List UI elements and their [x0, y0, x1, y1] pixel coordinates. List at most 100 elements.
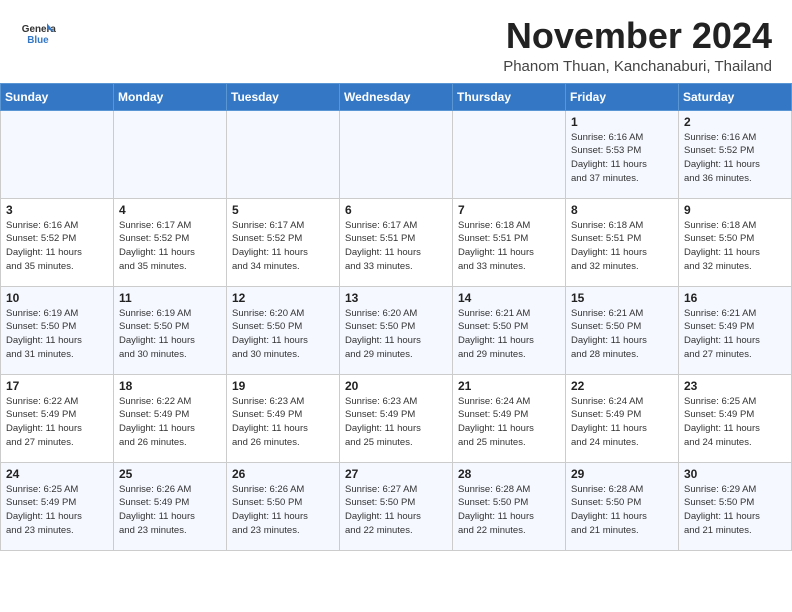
calendar-cell	[1, 110, 114, 198]
calendar-week-row: 1 Sunrise: 6:16 AM Sunset: 5:53 PM Daylig…	[1, 110, 792, 198]
page-header: General Blue November 2024 Phanom Thuan,…	[0, 0, 792, 83]
day-number: 26	[232, 467, 334, 481]
day-number: 16	[684, 291, 786, 305]
day-info: Sunrise: 6:27 AM Sunset: 5:50 PM Dayligh…	[345, 483, 447, 538]
weekday-header-sunday: Sunday	[1, 83, 114, 110]
calendar-cell	[340, 110, 453, 198]
day-number: 9	[684, 203, 786, 217]
day-info: Sunrise: 6:23 AM Sunset: 5:49 PM Dayligh…	[232, 395, 334, 450]
day-info: Sunrise: 6:22 AM Sunset: 5:49 PM Dayligh…	[6, 395, 108, 450]
logo-icon: General Blue	[20, 16, 56, 52]
day-number: 10	[6, 291, 108, 305]
day-info: Sunrise: 6:22 AM Sunset: 5:49 PM Dayligh…	[119, 395, 221, 450]
day-number: 29	[571, 467, 673, 481]
calendar-body: 1 Sunrise: 6:16 AM Sunset: 5:53 PM Daylig…	[1, 110, 792, 550]
calendar-cell: 3 Sunrise: 6:16 AM Sunset: 5:52 PM Daylig…	[1, 198, 114, 286]
day-info: Sunrise: 6:28 AM Sunset: 5:50 PM Dayligh…	[458, 483, 560, 538]
calendar-cell: 10 Sunrise: 6:19 AM Sunset: 5:50 PM Dayli…	[1, 286, 114, 374]
day-info: Sunrise: 6:16 AM Sunset: 5:52 PM Dayligh…	[684, 131, 786, 186]
day-number: 12	[232, 291, 334, 305]
calendar-cell: 29 Sunrise: 6:28 AM Sunset: 5:50 PM Dayli…	[566, 462, 679, 550]
day-number: 11	[119, 291, 221, 305]
logo: General Blue	[20, 16, 56, 52]
day-info: Sunrise: 6:25 AM Sunset: 5:49 PM Dayligh…	[6, 483, 108, 538]
weekday-header-tuesday: Tuesday	[227, 83, 340, 110]
day-info: Sunrise: 6:28 AM Sunset: 5:50 PM Dayligh…	[571, 483, 673, 538]
calendar-cell: 16 Sunrise: 6:21 AM Sunset: 5:49 PM Dayli…	[679, 286, 792, 374]
calendar-cell: 4 Sunrise: 6:17 AM Sunset: 5:52 PM Daylig…	[114, 198, 227, 286]
calendar-cell	[227, 110, 340, 198]
day-number: 28	[458, 467, 560, 481]
day-info: Sunrise: 6:16 AM Sunset: 5:52 PM Dayligh…	[6, 219, 108, 274]
title-block: November 2024 Phanom Thuan, Kanchanaburi…	[503, 16, 772, 75]
calendar-cell: 11 Sunrise: 6:19 AM Sunset: 5:50 PM Dayli…	[114, 286, 227, 374]
day-number: 2	[684, 115, 786, 129]
day-info: Sunrise: 6:24 AM Sunset: 5:49 PM Dayligh…	[458, 395, 560, 450]
day-number: 8	[571, 203, 673, 217]
location-subtitle: Phanom Thuan, Kanchanaburi, Thailand	[503, 58, 772, 75]
weekday-header-saturday: Saturday	[679, 83, 792, 110]
calendar-cell: 28 Sunrise: 6:28 AM Sunset: 5:50 PM Dayli…	[453, 462, 566, 550]
calendar-cell: 23Sunrise: 6:25 AM Sunset: 5:49 PM Dayli…	[679, 374, 792, 462]
weekday-header-wednesday: Wednesday	[340, 83, 453, 110]
day-number: 7	[458, 203, 560, 217]
day-number: 19	[232, 379, 334, 393]
day-number: 17	[6, 379, 108, 393]
day-number: 13	[345, 291, 447, 305]
calendar-cell: 20 Sunrise: 6:23 AM Sunset: 5:49 PM Dayli…	[340, 374, 453, 462]
calendar-cell: 21 Sunrise: 6:24 AM Sunset: 5:49 PM Dayli…	[453, 374, 566, 462]
day-number: 1	[571, 115, 673, 129]
day-info: Sunrise: 6:20 AM Sunset: 5:50 PM Dayligh…	[345, 307, 447, 362]
day-number: 23	[684, 379, 786, 393]
calendar-week-row: 3 Sunrise: 6:16 AM Sunset: 5:52 PM Daylig…	[1, 198, 792, 286]
calendar-cell: 1 Sunrise: 6:16 AM Sunset: 5:53 PM Daylig…	[566, 110, 679, 198]
day-number: 14	[458, 291, 560, 305]
calendar-cell: 9 Sunrise: 6:18 AM Sunset: 5:50 PM Daylig…	[679, 198, 792, 286]
weekday-header-thursday: Thursday	[453, 83, 566, 110]
day-info: Sunrise: 6:18 AM Sunset: 5:51 PM Dayligh…	[571, 219, 673, 274]
day-number: 21	[458, 379, 560, 393]
day-info: Sunrise: 6:29 AM Sunset: 5:50 PM Dayligh…	[684, 483, 786, 538]
calendar-cell: 2 Sunrise: 6:16 AM Sunset: 5:52 PM Daylig…	[679, 110, 792, 198]
calendar-header: SundayMondayTuesdayWednesdayThursdayFrid…	[1, 83, 792, 110]
weekday-row: SundayMondayTuesdayWednesdayThursdayFrid…	[1, 83, 792, 110]
day-number: 24	[6, 467, 108, 481]
day-info: Sunrise: 6:18 AM Sunset: 5:51 PM Dayligh…	[458, 219, 560, 274]
calendar-cell: 8 Sunrise: 6:18 AM Sunset: 5:51 PM Daylig…	[566, 198, 679, 286]
day-info: Sunrise: 6:18 AM Sunset: 5:50 PM Dayligh…	[684, 219, 786, 274]
day-info: Sunrise: 6:21 AM Sunset: 5:50 PM Dayligh…	[458, 307, 560, 362]
calendar-week-row: 10 Sunrise: 6:19 AM Sunset: 5:50 PM Dayli…	[1, 286, 792, 374]
calendar-table: SundayMondayTuesdayWednesdayThursdayFrid…	[0, 83, 792, 551]
calendar-cell: 6 Sunrise: 6:17 AM Sunset: 5:51 PM Daylig…	[340, 198, 453, 286]
day-info: Sunrise: 6:21 AM Sunset: 5:49 PM Dayligh…	[684, 307, 786, 362]
day-info: Sunrise: 6:20 AM Sunset: 5:50 PM Dayligh…	[232, 307, 334, 362]
calendar-cell: 5 Sunrise: 6:17 AM Sunset: 5:52 PM Daylig…	[227, 198, 340, 286]
day-info: Sunrise: 6:16 AM Sunset: 5:53 PM Dayligh…	[571, 131, 673, 186]
weekday-header-monday: Monday	[114, 83, 227, 110]
calendar-cell: 27 Sunrise: 6:27 AM Sunset: 5:50 PM Dayli…	[340, 462, 453, 550]
day-info: Sunrise: 6:26 AM Sunset: 5:50 PM Dayligh…	[232, 483, 334, 538]
day-number: 4	[119, 203, 221, 217]
svg-text:Blue: Blue	[27, 35, 49, 46]
day-info: Sunrise: 6:19 AM Sunset: 5:50 PM Dayligh…	[6, 307, 108, 362]
calendar-cell	[453, 110, 566, 198]
calendar-cell: 30Sunrise: 6:29 AM Sunset: 5:50 PM Dayli…	[679, 462, 792, 550]
day-number: 5	[232, 203, 334, 217]
weekday-header-friday: Friday	[566, 83, 679, 110]
day-number: 22	[571, 379, 673, 393]
calendar-cell: 17 Sunrise: 6:22 AM Sunset: 5:49 PM Dayli…	[1, 374, 114, 462]
day-number: 6	[345, 203, 447, 217]
day-info: Sunrise: 6:17 AM Sunset: 5:52 PM Dayligh…	[232, 219, 334, 274]
day-number: 18	[119, 379, 221, 393]
day-number: 20	[345, 379, 447, 393]
day-number: 3	[6, 203, 108, 217]
calendar-cell: 19 Sunrise: 6:23 AM Sunset: 5:49 PM Dayli…	[227, 374, 340, 462]
day-info: Sunrise: 6:17 AM Sunset: 5:51 PM Dayligh…	[345, 219, 447, 274]
day-info: Sunrise: 6:19 AM Sunset: 5:50 PM Dayligh…	[119, 307, 221, 362]
day-info: Sunrise: 6:17 AM Sunset: 5:52 PM Dayligh…	[119, 219, 221, 274]
calendar-cell: 7 Sunrise: 6:18 AM Sunset: 5:51 PM Daylig…	[453, 198, 566, 286]
day-number: 25	[119, 467, 221, 481]
calendar-cell: 24 Sunrise: 6:25 AM Sunset: 5:49 PM Dayli…	[1, 462, 114, 550]
day-number: 27	[345, 467, 447, 481]
day-info: Sunrise: 6:23 AM Sunset: 5:49 PM Dayligh…	[345, 395, 447, 450]
